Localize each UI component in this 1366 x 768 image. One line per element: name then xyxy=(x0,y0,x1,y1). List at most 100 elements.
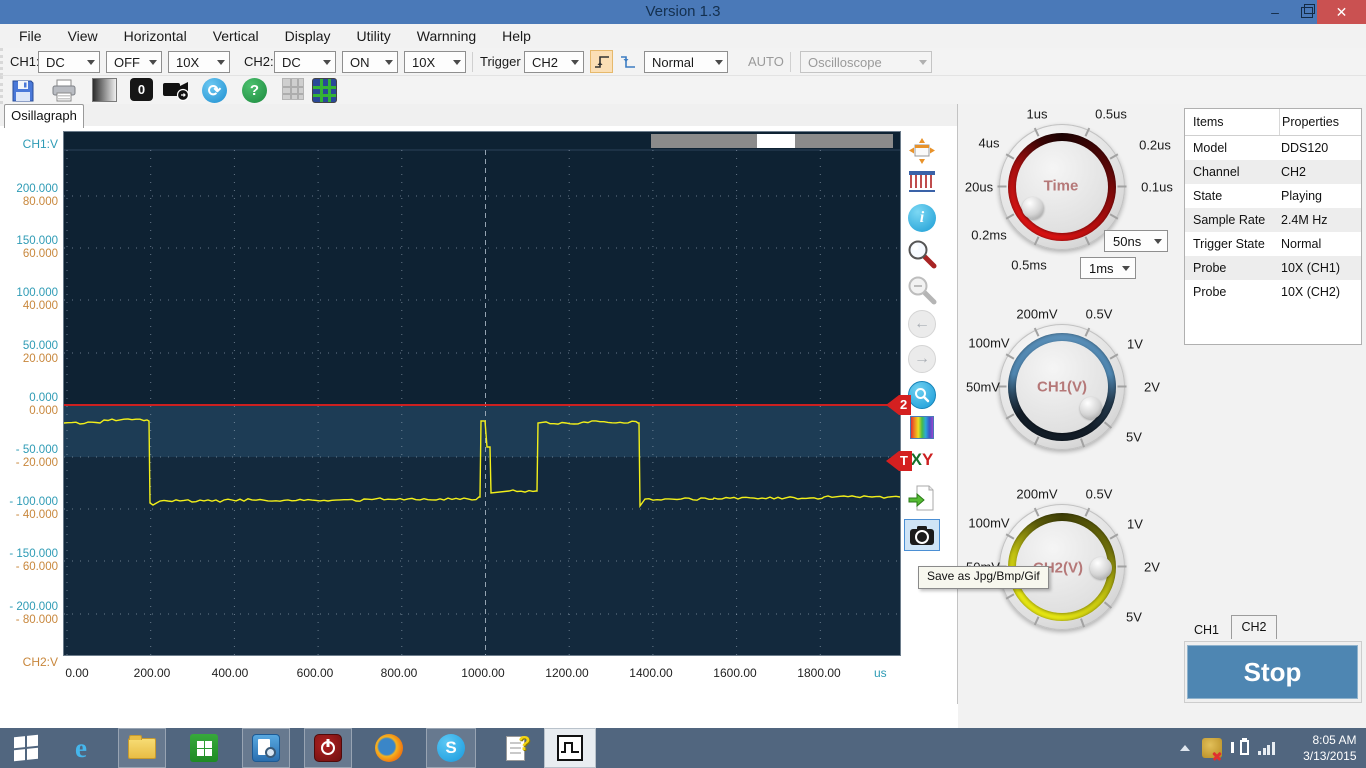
color-palette-button[interactable] xyxy=(906,416,938,439)
menu-item-vertical[interactable]: Vertical xyxy=(200,24,272,48)
menu-item-display[interactable]: Display xyxy=(272,24,344,48)
ch2-probe-select[interactable]: 10X xyxy=(404,51,466,73)
print-icon xyxy=(52,79,76,102)
knob-indicator-ball[interactable] xyxy=(1022,197,1044,219)
minimize-button[interactable]: – xyxy=(1260,0,1290,24)
ch2-label: CH2: xyxy=(244,54,274,69)
contrast-gradient-button[interactable] xyxy=(92,78,117,102)
falling-edge-button[interactable] xyxy=(616,50,639,73)
oscilloscope-app-window: Version 1.3 – ✕ File View Horizontal Vertic… xyxy=(0,0,1366,768)
menu-item-utility[interactable]: Utility xyxy=(344,24,404,48)
show-hidden-icons-button[interactable] xyxy=(1180,745,1190,751)
zoom-out-icon xyxy=(908,276,937,305)
zoom-out-button-disabled[interactable] xyxy=(906,275,938,305)
ch1-label: CH1: xyxy=(10,54,40,69)
forward-button-disabled[interactable]: → xyxy=(906,345,938,373)
menu-item-view[interactable]: View xyxy=(55,24,111,48)
ch1-tick-value: - 150.000 xyxy=(9,548,58,560)
rising-edge-button[interactable] xyxy=(590,50,613,73)
knob-indicator-ball[interactable] xyxy=(1080,397,1102,419)
export-data-button[interactable] xyxy=(906,484,938,512)
menu-item-help[interactable]: Help xyxy=(489,24,544,48)
refresh-button[interactable]: ⟳ xyxy=(202,78,227,103)
info-button[interactable]: i xyxy=(906,204,938,232)
device-select[interactable]: Oscilloscope xyxy=(800,51,932,73)
x-tick-value: 400.00 xyxy=(211,666,249,680)
taskbar-power-app[interactable] xyxy=(304,728,352,768)
ch1-coupling-select[interactable]: DC xyxy=(38,51,100,73)
close-button[interactable]: ✕ xyxy=(1317,0,1366,24)
x-tick-value: 1800.00 xyxy=(797,666,841,680)
knob-indicator-ball[interactable] xyxy=(1090,557,1112,579)
palette-icon xyxy=(910,416,934,439)
y-tick-pair: 100.000 40.000 xyxy=(0,287,58,313)
ch2-zero-marker[interactable]: 2 xyxy=(886,395,912,415)
power-battery-icon[interactable] xyxy=(1230,738,1250,758)
record-button[interactable] xyxy=(162,78,192,102)
print-button[interactable] xyxy=(50,78,78,104)
help-button[interactable]: ? xyxy=(242,78,267,103)
timebase-50ns-select[interactable]: 50ns xyxy=(1104,230,1168,252)
trigger-source-select[interactable]: CH2 xyxy=(524,51,584,73)
back-button-disabled[interactable]: ← xyxy=(906,310,938,338)
skype-icon: S xyxy=(437,734,465,762)
menu-bar: File View Horizontal Vertical Display Utility… xyxy=(0,24,1366,48)
property-row: Sample Rate 2.4M Hz xyxy=(1185,208,1361,232)
pan-icon xyxy=(909,138,935,164)
taskbar-skype[interactable]: S xyxy=(426,728,476,768)
taskbar-firefox[interactable] xyxy=(366,728,412,768)
windows-logo-icon xyxy=(14,734,38,762)
plot-scrollbar-thumb[interactable] xyxy=(757,134,795,148)
taskbar-internet-explorer[interactable]: e xyxy=(58,728,104,768)
pan-view-button[interactable] xyxy=(906,138,938,164)
taskbar-windows-store[interactable] xyxy=(180,728,228,768)
signal-strength-icon[interactable] xyxy=(1258,741,1275,755)
taskbar-device-settings-app[interactable] xyxy=(242,728,290,768)
zoom-in-button[interactable] xyxy=(906,239,938,269)
zero-badge-button[interactable]: 0 xyxy=(130,78,153,101)
minimize-icon: – xyxy=(1271,4,1279,20)
menu-item-horizontal[interactable]: Horizontal xyxy=(111,24,200,48)
ch1-display-select[interactable]: OFF xyxy=(106,51,162,73)
ch1-volts-knob[interactable]: CH1(V) 200mV 0.5V 1V 2V 5V 100mV 50mV xyxy=(958,300,1182,490)
chevron-down-icon xyxy=(715,59,723,65)
time-base-knob[interactable]: Time 1us 0.5us 0.2us 0.1us 4us 20us 0.2m… xyxy=(958,100,1182,290)
y-tick-pair: - 100.000- 40.000 xyxy=(0,496,58,522)
timebase-1ms-select[interactable]: 1ms xyxy=(1080,257,1136,279)
grid-layout-button[interactable] xyxy=(312,78,337,103)
taskbar-oscilloscope-app-active[interactable] xyxy=(544,728,596,768)
ch1-probe-select[interactable]: 10X xyxy=(168,51,230,73)
ch2-coupling-value: DC xyxy=(282,54,301,70)
ch2-tick-value: 60.000 xyxy=(22,248,58,260)
help-icon: ? xyxy=(249,82,260,99)
ch2-coupling-select[interactable]: DC xyxy=(274,51,336,73)
save-button[interactable] xyxy=(10,78,36,104)
cursor-measure-button[interactable] xyxy=(906,170,938,194)
snapshot-button-selected[interactable] xyxy=(904,519,940,551)
ch2-tick-value: 80.000 xyxy=(22,196,58,208)
property-value: 10X (CH1) xyxy=(1281,261,1341,275)
refresh-icon: ⟳ xyxy=(207,82,222,100)
tab-ch1[interactable]: CH1 xyxy=(1184,620,1229,640)
taskbar-file-explorer[interactable] xyxy=(118,728,166,768)
info-icon: i xyxy=(908,204,936,232)
ch2-scale-2v: 2V xyxy=(1144,559,1160,575)
stop-button[interactable]: Stop xyxy=(1187,645,1358,699)
tab-osillagraph[interactable]: Osillagraph xyxy=(4,104,84,128)
taskbar-clock[interactable]: 8:05 AM 3/13/2015 xyxy=(1285,732,1356,764)
taskbar-help-file[interactable]: ? xyxy=(492,728,538,768)
knob-tick xyxy=(1117,185,1127,188)
property-name: Model xyxy=(1193,141,1228,155)
ch2-tick-value: - 80.000 xyxy=(15,614,58,626)
trigger-mode-select[interactable]: Normal xyxy=(644,51,728,73)
ch2-display-select[interactable]: ON xyxy=(342,51,398,73)
menu-item-file[interactable]: File xyxy=(6,24,55,48)
zoom-in-icon xyxy=(908,240,937,269)
trigger-level-marker[interactable]: T xyxy=(886,451,912,471)
tab-ch2[interactable]: CH2 xyxy=(1231,615,1277,639)
network-disconnected-icon[interactable] xyxy=(1202,738,1222,761)
chevron-down-icon xyxy=(919,59,927,65)
grid-layout-button-disabled[interactable] xyxy=(282,78,304,100)
start-button[interactable] xyxy=(6,728,46,768)
menu-item-warnning[interactable]: Warnning xyxy=(404,24,489,48)
